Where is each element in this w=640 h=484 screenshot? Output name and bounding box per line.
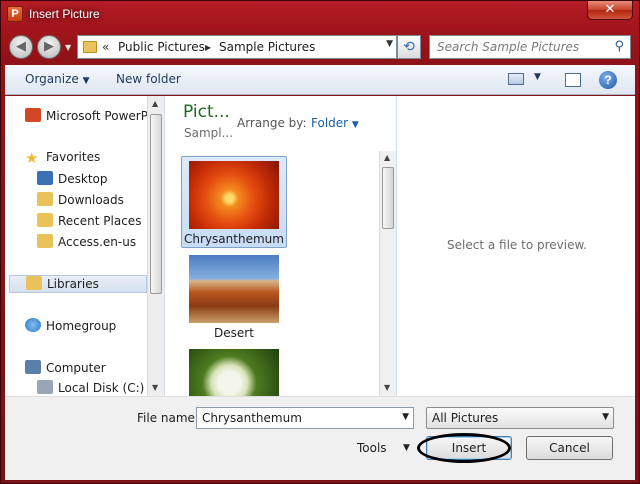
view-dropdown-icon[interactable]: ▼ [534, 72, 541, 82]
downloads-folder-icon [37, 192, 53, 206]
insert-picture-dialog: P Insert Picture ✕ ◀ ▶ ▼ « Public Pictur… [0, 0, 640, 484]
file-list-pane: Pict... Sampl... Arrange by: Folder ▼ Ch… [167, 96, 397, 396]
window-title: Insert Picture [29, 7, 100, 21]
thumbnail-image [189, 349, 279, 396]
powerpoint-app-icon: P [7, 6, 23, 22]
search-icon[interactable]: ⚲ [614, 39, 624, 54]
file-item-desert[interactable]: Desert [181, 251, 287, 343]
dialog-footer: File name: Chrysanthemum ▼ All Pictures … [5, 396, 635, 480]
navigation-scrollbar[interactable]: ▲ ▼ [147, 96, 164, 396]
cancel-button[interactable]: Cancel [526, 436, 613, 460]
scroll-up-icon[interactable]: ▲ [384, 153, 390, 162]
homegroup-icon [25, 318, 41, 332]
preview-message: Select a file to preview. [447, 238, 587, 252]
sidebar-item-favorites[interactable]: ★ Favorites [25, 150, 100, 168]
computer-icon [25, 360, 41, 374]
search-input[interactable]: Search Sample Pictures ⚲ [429, 35, 631, 59]
chevron-down-icon: ▼ [82, 76, 90, 86]
file-type-value: All Pictures [432, 411, 499, 425]
breadcrumb-prefix[interactable]: « [102, 40, 109, 54]
main-content: Microsoft PowerPo ★ Favorites Desktop Dow… [5, 96, 635, 396]
scroll-up-icon[interactable]: ▲ [152, 99, 158, 108]
sidebar-item-label: Microsoft PowerPo [46, 109, 155, 123]
chevron-down-icon: ▼ [351, 120, 359, 130]
sidebar-item-access[interactable]: Access.en-us [37, 234, 136, 252]
thumbnail-image [189, 161, 279, 229]
navigation-bar: ◀ ▶ ▼ « Public Pictures ▸ Sample Picture… [1, 31, 639, 63]
preview-pane-icon[interactable] [565, 73, 581, 87]
file-type-filter[interactable]: All Pictures ▼ [426, 407, 614, 429]
help-icon[interactable]: ? [599, 71, 617, 89]
sidebar-item-label: Downloads [58, 193, 124, 207]
organize-button[interactable]: Organize ▼ [25, 72, 90, 86]
new-folder-button[interactable]: New folder [116, 72, 181, 86]
file-name-label: Chrysanthemum [184, 232, 284, 246]
thumbnail-image [189, 255, 279, 323]
back-button[interactable]: ◀ [9, 35, 33, 59]
breadcrumb-sample-pictures[interactable]: Sample Pictures [219, 40, 315, 54]
address-bar[interactable]: « Public Pictures ▸ Sample Pictures ▼ [77, 35, 397, 59]
sidebar-item-label: Local Disk (C:) [58, 381, 145, 395]
breadcrumb-separator[interactable]: ▸ [205, 40, 211, 54]
navigation-pane: Microsoft PowerPo ★ Favorites Desktop Dow… [5, 96, 165, 396]
arrange-by-value: Folder [311, 116, 349, 130]
library-title: Pict... [183, 102, 230, 122]
scrollbar-thumb[interactable] [382, 167, 394, 229]
arrange-by-label: Arrange by: [237, 116, 307, 130]
recent-locations-dropdown-icon[interactable]: ▼ [65, 43, 73, 52]
chevron-down-icon: ▼ [602, 412, 609, 422]
sidebar-item-label: Libraries [47, 277, 99, 291]
sidebar-item-label: Homegroup [46, 319, 117, 333]
arrange-by-dropdown[interactable]: Folder ▼ [311, 116, 359, 130]
sidebar-item-desktop[interactable]: Desktop [37, 171, 108, 189]
file-item-hydrangeas[interactable] [181, 345, 287, 396]
title-bar: P Insert Picture ✕ [1, 1, 639, 29]
library-subtitle: Sampl... [184, 126, 234, 140]
recent-places-icon [37, 213, 53, 227]
sidebar-item-label: Computer [46, 361, 106, 375]
preview-pane: Select a file to preview. [399, 96, 635, 396]
sidebar-item-homegroup[interactable]: Homegroup [25, 318, 116, 336]
scroll-down-icon[interactable]: ▼ [152, 383, 158, 392]
file-name-label: File name: [137, 411, 199, 425]
command-toolbar: Organize ▼ New folder ▼ ? [5, 65, 635, 95]
refresh-button[interactable]: ⟲ [397, 35, 421, 59]
file-name-input[interactable]: Chrysanthemum ▼ [196, 407, 414, 429]
file-name-value: Chrysanthemum [202, 411, 302, 425]
sidebar-item-label: Favorites [46, 150, 101, 164]
organize-label: Organize [25, 72, 79, 86]
star-icon: ★ [25, 150, 39, 167]
change-view-icon[interactable] [508, 73, 524, 85]
breadcrumb-public-pictures[interactable]: Public Pictures [118, 40, 205, 54]
file-name-label: Desert [214, 326, 254, 340]
insert-button[interactable]: Insert [426, 436, 512, 460]
address-dropdown-icon[interactable]: ▼ [386, 39, 393, 49]
sidebar-item-label: Recent Places [58, 214, 142, 228]
search-placeholder: Search Sample Pictures [437, 40, 580, 54]
disk-icon [37, 380, 53, 394]
file-list-scrollbar[interactable]: ▲ ▼ [379, 151, 396, 396]
folder-icon [37, 234, 53, 248]
sidebar-item-downloads[interactable]: Downloads [37, 192, 124, 210]
scrollbar-thumb[interactable] [150, 114, 162, 294]
libraries-icon [26, 276, 42, 290]
close-button[interactable]: ✕ [587, 1, 633, 20]
folder-icon [83, 41, 97, 53]
forward-button[interactable]: ▶ [37, 35, 61, 59]
sidebar-item-computer[interactable]: Computer [25, 360, 106, 378]
file-item-chrysanthemum[interactable]: Chrysanthemum [181, 156, 287, 248]
sidebar-item-libraries[interactable]: Libraries [9, 275, 147, 293]
sidebar-item-label: Access.en-us [58, 235, 137, 249]
sidebar-item-label: Desktop [58, 172, 108, 186]
powerpoint-icon [25, 108, 41, 122]
sidebar-item-powerpoint[interactable]: Microsoft PowerPo [25, 108, 155, 126]
tools-button[interactable]: Tools [357, 441, 387, 455]
tools-dropdown-icon[interactable]: ▼ [403, 443, 410, 453]
scroll-down-icon[interactable]: ▼ [384, 383, 390, 392]
file-name-dropdown-icon[interactable]: ▼ [402, 412, 409, 422]
desktop-icon [37, 171, 53, 185]
sidebar-item-recent-places[interactable]: Recent Places [37, 213, 141, 231]
